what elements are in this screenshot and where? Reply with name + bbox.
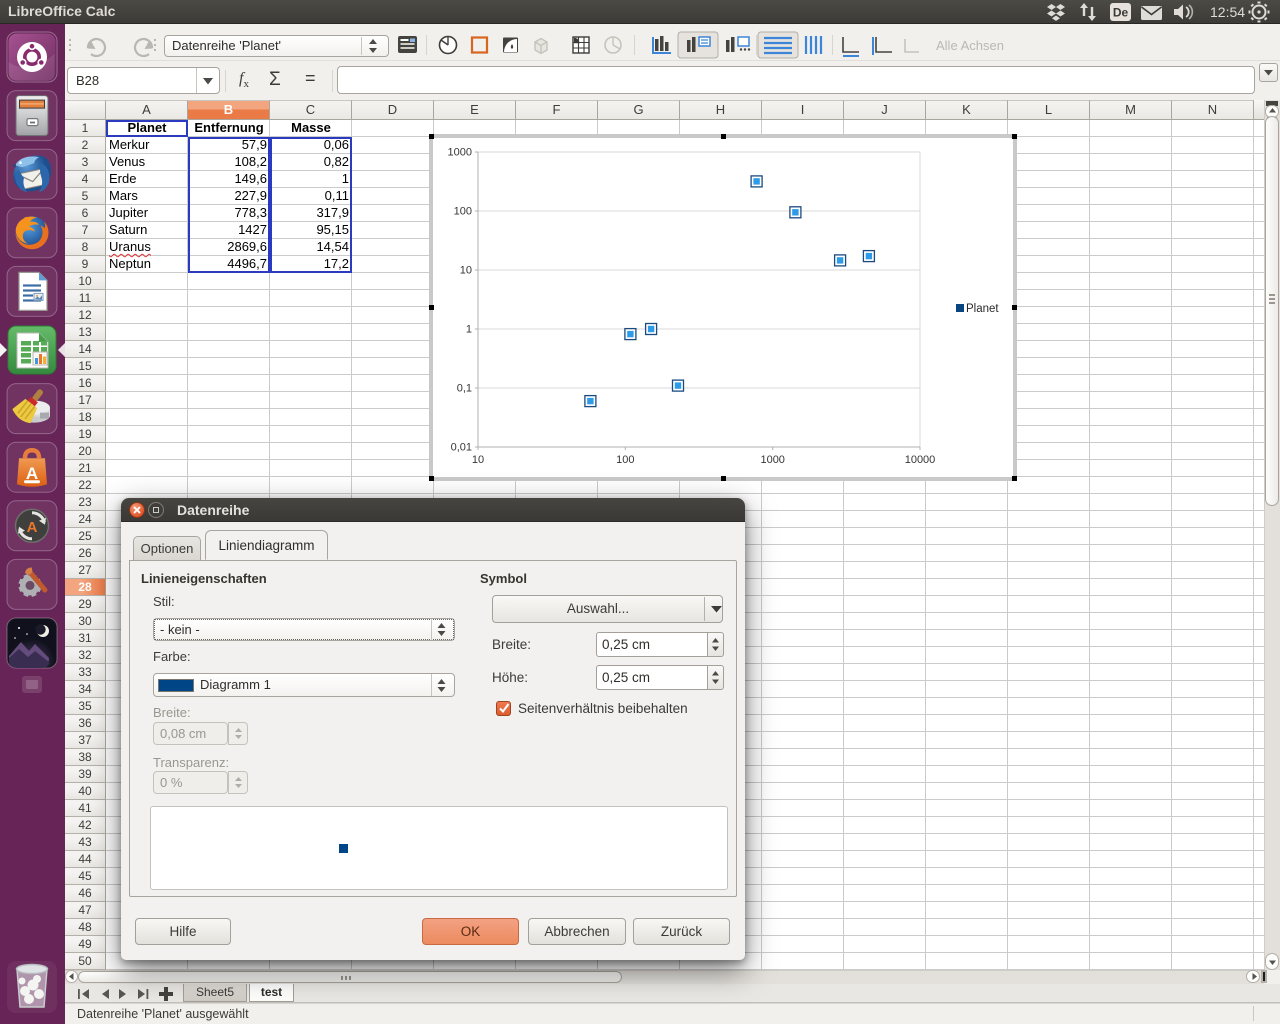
svg-text:12:54: 12:54	[1210, 4, 1245, 20]
svg-text:100: 100	[616, 454, 634, 466]
svg-text:A: A	[27, 519, 38, 536]
svg-text:Planet: Planet	[966, 303, 999, 315]
svg-text:10: 10	[472, 454, 484, 466]
svg-text:1000: 1000	[760, 454, 784, 466]
svg-text:1: 1	[466, 324, 472, 336]
svg-text:0,01: 0,01	[451, 442, 472, 454]
svg-text:10: 10	[460, 265, 472, 277]
svg-text:1000: 1000	[448, 147, 472, 159]
svg-text:10000: 10000	[905, 454, 936, 466]
svg-text:0,1: 0,1	[457, 383, 472, 395]
svg-text:100: 100	[454, 206, 472, 218]
svg-text:De: De	[1113, 6, 1129, 20]
